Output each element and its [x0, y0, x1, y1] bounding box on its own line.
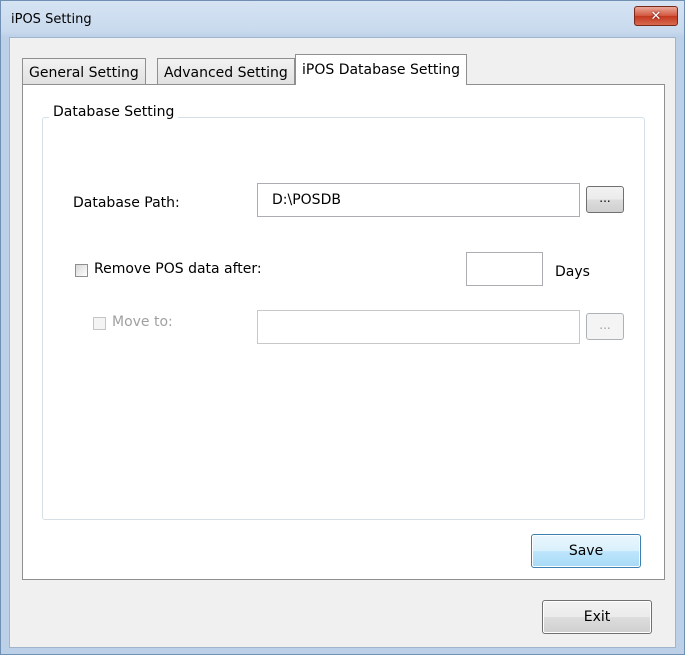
database-path-input[interactable]: D:\POSDB — [257, 183, 580, 217]
exit-button[interactable]: Exit — [542, 600, 652, 634]
days-label: Days — [555, 264, 590, 280]
move-to-label: Move to: — [112, 314, 173, 330]
remove-pos-data-checkbox[interactable] — [75, 264, 88, 277]
title-bar[interactable]: iPOS Setting ✕ — [1, 1, 684, 37]
database-path-browse-button[interactable]: ... — [586, 186, 624, 213]
settings-window: iPOS Setting ✕ General Setting Advanced … — [0, 0, 685, 655]
move-to-browse-button[interactable]: ... — [586, 313, 624, 340]
tab-ipos-database-setting[interactable]: iPOS Database Setting — [295, 54, 468, 85]
tab-general-setting[interactable]: General Setting — [22, 58, 146, 84]
tab-panel: Database Setting Database Path: D:\POSDB… — [22, 84, 665, 580]
save-button[interactable]: Save — [531, 534, 641, 568]
group-title: Database Setting — [49, 104, 179, 120]
window-title: iPOS Setting — [11, 12, 92, 27]
remove-pos-data-label: Remove POS data after: — [94, 261, 262, 277]
move-to-checkbox[interactable] — [93, 317, 106, 330]
tab-advanced-setting[interactable]: Advanced Setting — [157, 58, 295, 84]
dialog-body: General Setting Advanced Setting iPOS Da… — [9, 37, 676, 648]
close-icon: ✕ — [650, 8, 662, 24]
move-to-path-input[interactable] — [257, 310, 580, 344]
database-path-label: Database Path: — [73, 195, 180, 211]
close-button[interactable]: ✕ — [634, 6, 678, 26]
days-input[interactable] — [466, 252, 543, 286]
